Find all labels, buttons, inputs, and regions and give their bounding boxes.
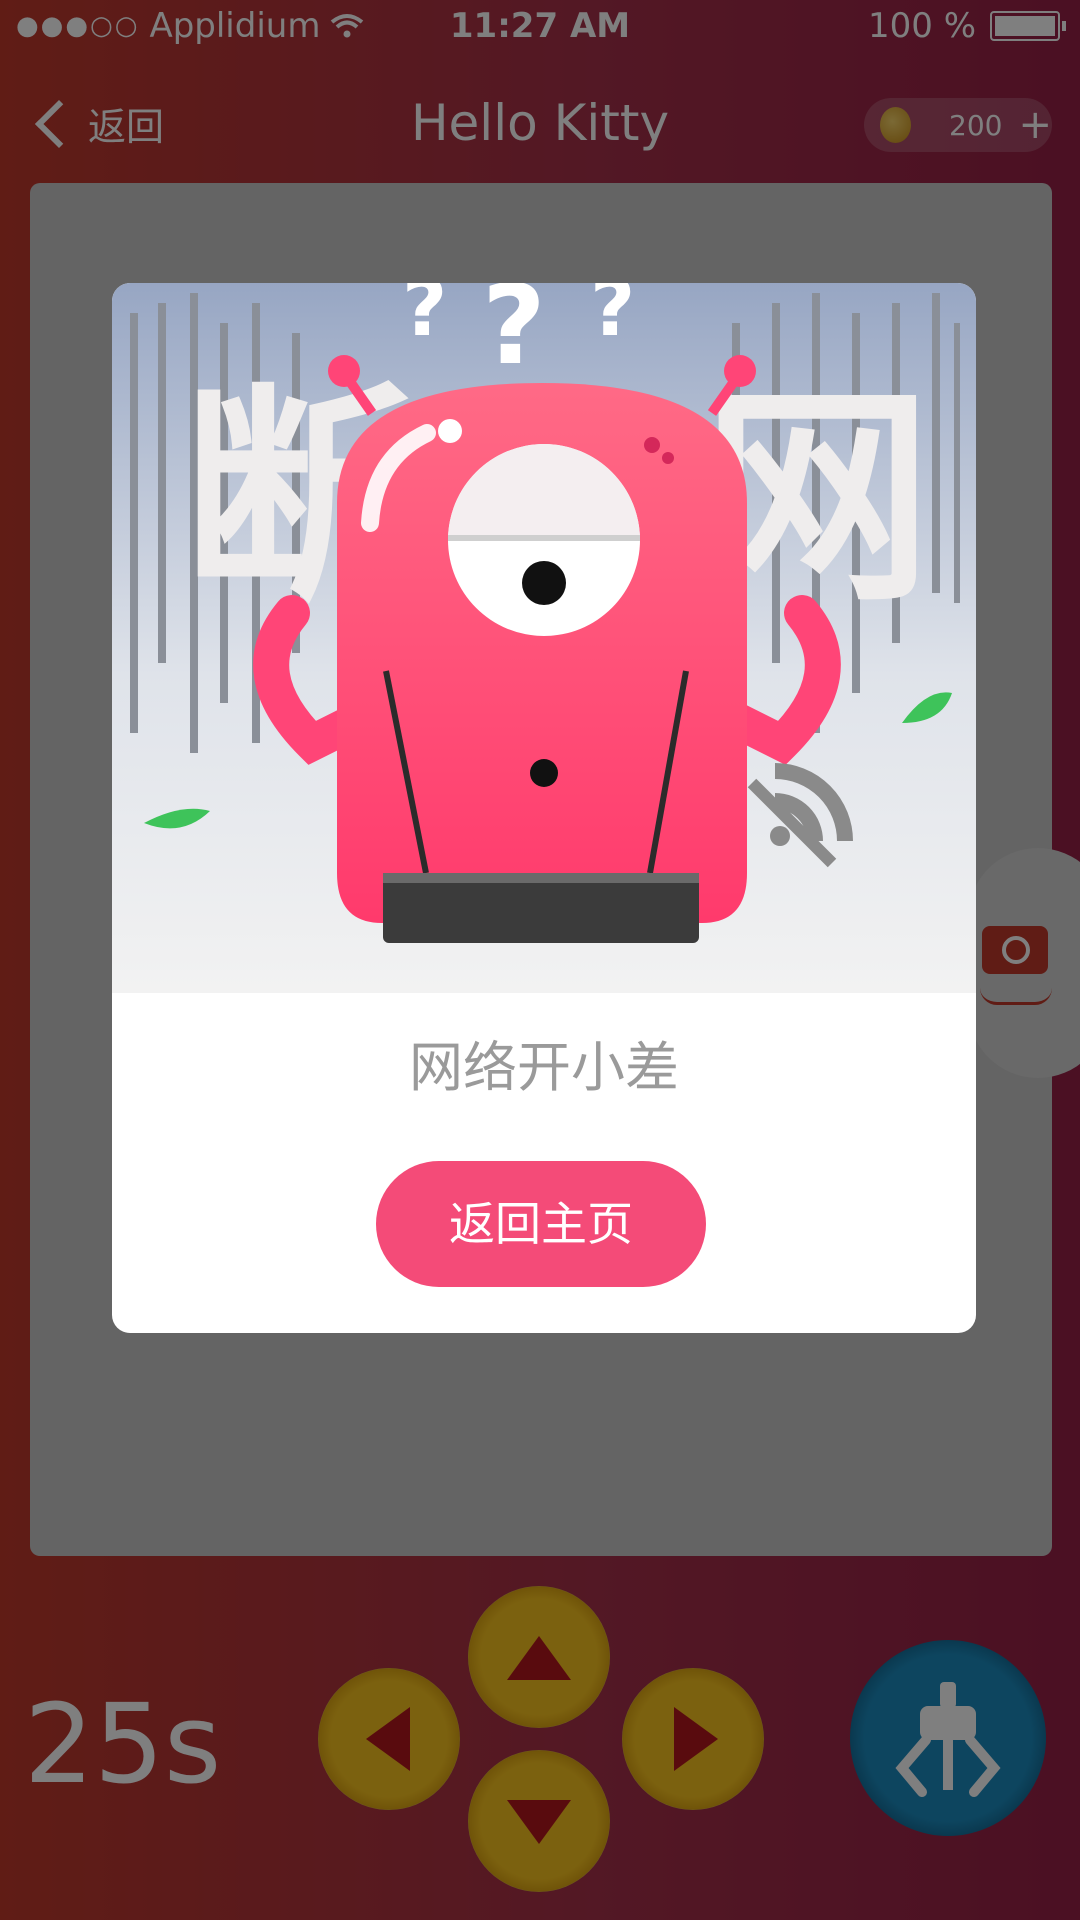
network-error-illustration: ? ? ? 断 网 xyxy=(112,283,976,993)
error-message: 网络开小差 xyxy=(409,1036,679,1099)
svg-text:?: ? xyxy=(482,283,546,389)
router-icon xyxy=(383,873,699,943)
svg-text:?: ? xyxy=(402,283,447,354)
network-error-dialog: ? ? ? 断 网 网络开小差 返回主页 xyxy=(112,283,976,1333)
svg-text:?: ? xyxy=(590,283,635,354)
return-home-button[interactable]: 返回主页 xyxy=(376,1161,706,1287)
